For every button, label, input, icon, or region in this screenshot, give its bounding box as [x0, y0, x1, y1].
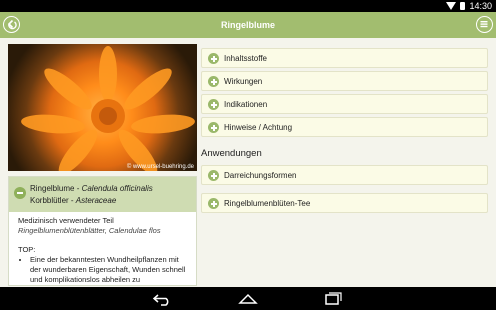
flower-image [21, 46, 195, 171]
plant-latin-name: Calendula officinalis [81, 184, 153, 193]
plant-info-card: Ringelblume - Calendula officinalis Korb… [8, 176, 197, 286]
expand-icon [208, 99, 219, 110]
family-separator: - [68, 196, 76, 205]
expand-icon [208, 53, 219, 64]
applications-list: Darreichungsformen Ringelblumenblüten-Te… [201, 165, 488, 221]
application-row-tee[interactable]: Ringelblumenblüten-Tee [201, 193, 488, 213]
plant-family-line: Korbblütler - Asteraceae [30, 196, 116, 205]
app-bar: Ringelblume [0, 12, 496, 38]
name-separator: - [74, 184, 82, 193]
used-part-heading: Medizinisch verwendeter Teil [18, 216, 114, 225]
navigation-bar [0, 287, 496, 310]
home-nav-icon[interactable] [237, 292, 259, 306]
battery-icon [460, 2, 466, 10]
plant-name-line: Ringelblume - Calendula officinalis [30, 184, 153, 193]
photo-credit: © www.ursel-buehring.de [126, 164, 194, 170]
expand-icon [208, 76, 219, 87]
recents-nav-icon[interactable] [322, 292, 344, 306]
section-row-hinweise[interactable]: Hinweise / Achtung [201, 117, 488, 137]
section-label: Wirkungen [224, 77, 263, 86]
used-part-text: Ringelblumenblütenblätter, Calendulae fl… [18, 226, 161, 235]
expand-icon [208, 122, 219, 133]
wifi-icon [446, 2, 457, 10]
menu-button[interactable] [476, 16, 493, 33]
section-row-indikationen[interactable]: Indikationen [201, 94, 488, 114]
top-label: TOP: [18, 245, 36, 254]
section-label: Inhaltsstoffe [224, 54, 267, 63]
application-label: Ringelblumenblüten-Tee [224, 199, 311, 208]
plant-family-latin: Asteraceae [75, 196, 117, 205]
top-bullet: Eine der bekanntesten Wundheilpflanzen m… [30, 255, 187, 285]
status-bar: 14:30 [0, 0, 496, 12]
plant-info-body: Medizinisch verwendeter Teil Ringelblume… [9, 212, 196, 285]
section-label: Hinweise / Achtung [224, 123, 293, 132]
status-time: 14:30 [469, 1, 492, 11]
section-row-wirkungen[interactable]: Wirkungen [201, 71, 488, 91]
section-list: Inhaltsstoffe Wirkungen Indikationen Hin… [201, 48, 488, 140]
plant-name: Ringelblume [30, 184, 75, 193]
section-row-inhaltsstoffe[interactable]: Inhaltsstoffe [201, 48, 488, 68]
status-bar-right: 14:30 [446, 0, 492, 12]
section-label: Indikationen [224, 100, 268, 109]
app-title: Ringelblume [220, 20, 275, 30]
expand-icon [208, 170, 219, 181]
back-nav-icon[interactable] [152, 292, 174, 306]
application-label: Darreichungsformen [224, 171, 297, 180]
plant-family: Korbblütler [30, 196, 69, 205]
applications-title: Anwendungen [201, 148, 262, 159]
application-row-darreichungsformen[interactable]: Darreichungsformen [201, 165, 488, 185]
menu-icon [480, 21, 488, 28]
collapse-icon[interactable] [14, 187, 26, 199]
top-list: Eine der bekanntesten Wundheilpflanzen m… [30, 255, 187, 285]
plant-photo: © www.ursel-buehring.de [8, 44, 197, 171]
plant-info-header[interactable]: Ringelblume - Calendula officinalis Korb… [9, 177, 196, 212]
expand-icon [208, 198, 219, 209]
